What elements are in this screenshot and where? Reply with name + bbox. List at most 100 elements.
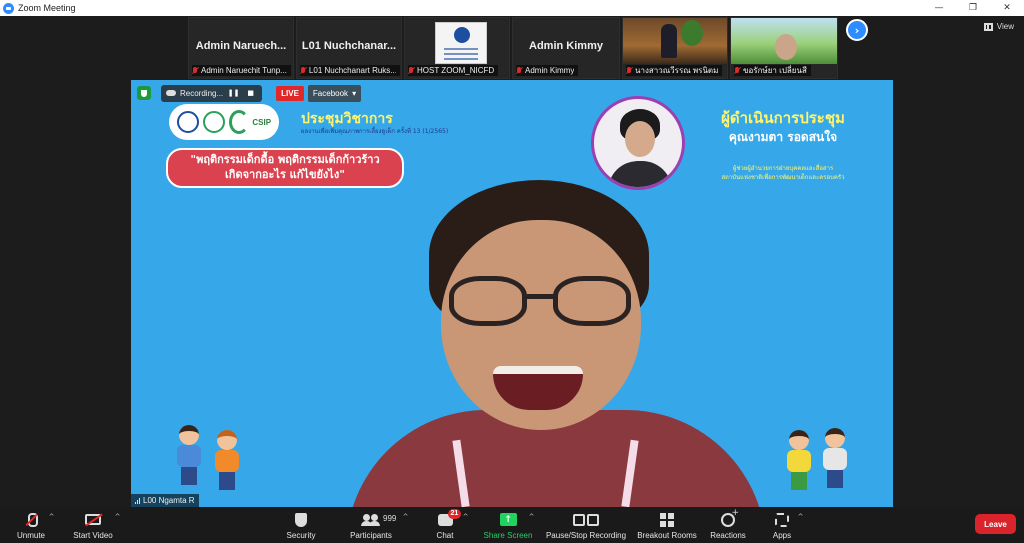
mic-muted-icon (626, 66, 632, 75)
share-options-caret-icon[interactable]: ^ (527, 513, 536, 521)
participant-name-label: Admin Naruechit Tunp... (192, 65, 291, 76)
participant-video-thumbnail[interactable]: นางสาวณวีรรณ พรนิตม (622, 17, 728, 79)
meeting-toolbar: Unmute ^ Start Video ^ Security 999 Part… (0, 507, 1024, 543)
signal-strength-icon (135, 497, 140, 504)
video-off-icon (85, 514, 101, 525)
title-bar: Zoom Meeting — ❐ ✕ (0, 0, 1024, 16)
zoom-app-icon (3, 2, 14, 14)
participant-display-name: L01 Nuchchanar... (301, 40, 397, 52)
participant-name-text: Admin Kimmy (525, 66, 575, 75)
reaction-smiley-icon (721, 508, 739, 527)
participant-thumbnail[interactable]: Admin Naruech... Admin Naruechit Tunp... (188, 17, 294, 79)
chat-bubble-icon: 21 (437, 508, 462, 526)
apps-icon (775, 512, 789, 527)
stop-recording-button[interactable]: ■ (244, 87, 257, 100)
topic-banner: "พฤติกรรมเด็กดื้อ พฤติกรรมเด็กก้าวร้าว เ… (166, 148, 404, 188)
cloud-recording-icon (166, 90, 176, 96)
apps-button[interactable]: Apps (747, 511, 817, 540)
leave-button[interactable]: Leave (975, 514, 1016, 534)
moderator-photo (591, 96, 685, 190)
participant-camera-feed (623, 18, 727, 64)
mic-muted-icon (734, 66, 740, 75)
participant-name-text: HOST ZOOM_NICFD (417, 66, 495, 75)
breakout-rooms-label: Breakout Rooms (637, 531, 697, 540)
mic-muted-icon (192, 66, 198, 75)
participant-name-text: Admin Naruechit Tunp... (201, 66, 287, 75)
participant-thumbnail[interactable]: L01 Nuchchanar... L01 Nuchchanart Ruks..… (296, 17, 402, 79)
participant-name-label: L01 Nuchchanart Ruks... (300, 65, 400, 76)
participant-display-name: Admin Naruech... (195, 40, 287, 52)
cartoon-child-illustration (213, 430, 241, 490)
moderator-name: คุณงามตา รอดสนใจ (728, 130, 838, 144)
participants-options-caret-icon[interactable]: ^ (401, 513, 410, 521)
pause-stop-recording-label: Pause/Stop Recording (545, 531, 627, 540)
moderator-role-line-1: ผู้ช่วยผู้อำนวยการฝ่ายบุคคลและสื่อสาร (732, 165, 834, 172)
pause-recording-button[interactable]: ❚❚ (227, 87, 240, 100)
security-label: Security (286, 531, 316, 540)
audio-options-caret-icon[interactable]: ^ (47, 513, 56, 521)
mic-muted-icon (408, 66, 414, 75)
zoom-window: Zoom Meeting — ❐ ✕ Admin Naruech... Admi… (0, 0, 1024, 543)
participant-thumbnail-strip: Admin Naruech... Admin Naruechit Tunp...… (0, 17, 1024, 79)
cartoon-child-illustration (785, 430, 813, 490)
participants-icon: 999 (361, 513, 396, 526)
participant-thumbnail[interactable]: HOST ZOOM_NICFD (404, 17, 510, 79)
unmute-button[interactable]: Unmute (0, 511, 66, 540)
security-shield-icon (295, 512, 307, 527)
window-title: Zoom Meeting (18, 3, 76, 13)
pause-stop-icon (573, 513, 599, 526)
moderator-role-line-2: สถาบันแห่งชาติเพื่อการพัฒนาเด็กและครอบคร… (721, 174, 845, 181)
speaker-name-tag: L00 Ngamta R (131, 494, 199, 507)
breakout-rooms-button[interactable]: Breakout Rooms (632, 511, 702, 540)
view-button[interactable]: View (983, 22, 1014, 31)
close-button[interactable]: ✕ (990, 0, 1024, 16)
security-button[interactable]: Security (266, 511, 336, 540)
participant-thumbnail[interactable]: Admin Kimmy Admin Kimmy (512, 17, 620, 79)
participants-button[interactable]: 999 Participants (336, 511, 406, 540)
live-stream-destination-button[interactable]: Facebook ▾ (307, 84, 362, 102)
chat-label: Chat (436, 531, 454, 540)
institute-seal-icon (454, 27, 470, 43)
unmute-label: Unmute (16, 531, 45, 540)
participant-name-label: นางสาวณวีรรณ พรนิตม (626, 65, 723, 76)
institute-logo-icon (176, 111, 199, 133)
maximize-button[interactable]: ❐ (956, 0, 990, 16)
participant-name-label: HOST ZOOM_NICFD (408, 65, 499, 76)
reactions-label: Reactions (710, 531, 746, 540)
window-controls: — ❐ ✕ (922, 0, 1024, 16)
next-page-button[interactable]: › (846, 19, 868, 41)
host-logo-image (435, 22, 487, 64)
participant-name-label: ขอรักษ์ยา เปลี่ยนสี (734, 65, 811, 76)
chevron-down-icon: ▾ (352, 88, 357, 98)
organization-logos: CSIP (169, 104, 279, 140)
minimize-button[interactable]: — (922, 0, 956, 16)
cartoon-child-illustration (175, 425, 203, 485)
participant-name-text: นางสาวณวีรรณ พรนิตม (635, 66, 719, 75)
apps-label: Apps (772, 531, 792, 540)
encryption-shield-icon[interactable] (137, 86, 151, 100)
participant-camera-feed (731, 18, 837, 64)
microphone-muted-icon (26, 512, 38, 527)
chevron-right-icon: › (854, 23, 860, 37)
participant-display-name: Admin Kimmy (529, 40, 603, 52)
speaker-name: L00 Ngamta R (143, 496, 195, 505)
conference-subtitle: ผลงานเพื่อเพิ่มคุณภาพการเลี้ยงดูเด็ก ครั… (301, 128, 449, 135)
active-speaker-video[interactable]: CSIP ประชุมวิชาการ ผลงานเพื่อเพิ่มคุณภาพ… (131, 80, 893, 507)
breakout-rooms-icon (660, 512, 674, 527)
pause-stop-recording-button[interactable]: Pause/Stop Recording (546, 511, 626, 540)
start-video-label: Start Video (73, 531, 113, 540)
video-options-caret-icon[interactable]: ^ (113, 513, 122, 521)
csip-logo-text: CSIP (252, 117, 272, 127)
participant-video-thumbnail[interactable]: ขอรักษ์ยา เปลี่ยนสี (730, 17, 838, 79)
topic-line-2: เกิดจากอะไร แก้ไขยังไง" (225, 168, 345, 181)
moderator-role: ผู้ช่วยผู้อำนวยการฝ่ายบุคคลและสื่อสาร สถ… (683, 164, 883, 182)
chat-options-caret-icon[interactable]: ^ (461, 513, 470, 521)
mic-muted-icon (300, 66, 306, 75)
topic-line-1: "พฤติกรรมเด็กดื้อ พฤติกรรมเด็กก้าวร้าว (190, 153, 380, 167)
grid-view-icon (983, 22, 993, 31)
live-destination-label: Facebook (312, 88, 349, 98)
participants-count: 999 (383, 513, 397, 523)
apps-options-caret-icon[interactable]: ^ (796, 513, 805, 521)
cartoon-child-illustration (821, 428, 849, 488)
moderator-heading: ผู้ดำเนินการประชุม (721, 109, 845, 127)
